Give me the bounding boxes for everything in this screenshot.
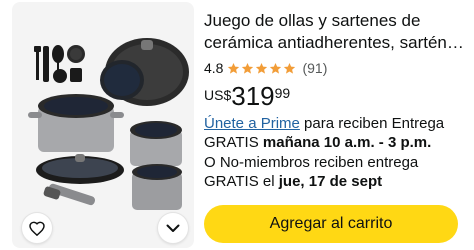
prime-delivery-info: Únete a Prime para reciben Entrega GRATI…: [204, 114, 466, 152]
prime-delivery-time: mañana 10 a.m. - 3 p.m.: [262, 134, 432, 151]
heart-icon: [29, 221, 45, 236]
add-to-cart-button[interactable]: Agregar al carrito: [204, 205, 458, 243]
rating-row[interactable]: 4.8 (91): [204, 58, 327, 78]
price: US$ 319 99: [204, 82, 290, 110]
star-icon: [284, 62, 296, 74]
price-whole: 319: [231, 81, 275, 111]
star-icon: [270, 62, 282, 74]
product-image[interactable]: [12, 2, 194, 248]
wishlist-button[interactable]: [22, 213, 52, 243]
rating-value: 4.8: [204, 60, 224, 76]
star-icon: [256, 62, 268, 74]
expand-options-button[interactable]: [158, 213, 188, 243]
product-info: Juego de ollas y sartenes de cerámica an…: [204, 10, 466, 54]
star-icon: [242, 62, 254, 74]
star-icon: [228, 62, 240, 74]
rating-count[interactable]: (91): [302, 60, 327, 76]
chevron-down-icon: [166, 224, 180, 232]
star-rating: [227, 62, 296, 75]
add-to-cart-label: Agregar al carrito: [269, 215, 393, 232]
product-card[interactable]: Juego de ollas y sartenes de cerámica an…: [0, 0, 474, 250]
cookware-illustration: [28, 38, 189, 210]
join-prime-link[interactable]: Únete a Prime: [204, 115, 300, 132]
product-title[interactable]: Juego de ollas y sartenes de cerámica an…: [204, 10, 466, 54]
nonmember-delivery-date: jue, 17 de sept: [278, 173, 383, 190]
nonmember-delivery-info: O No-miembros reciben entrega GRATIS el …: [204, 153, 466, 191]
price-currency: US$: [204, 87, 232, 103]
price-fraction: 99: [274, 85, 291, 101]
